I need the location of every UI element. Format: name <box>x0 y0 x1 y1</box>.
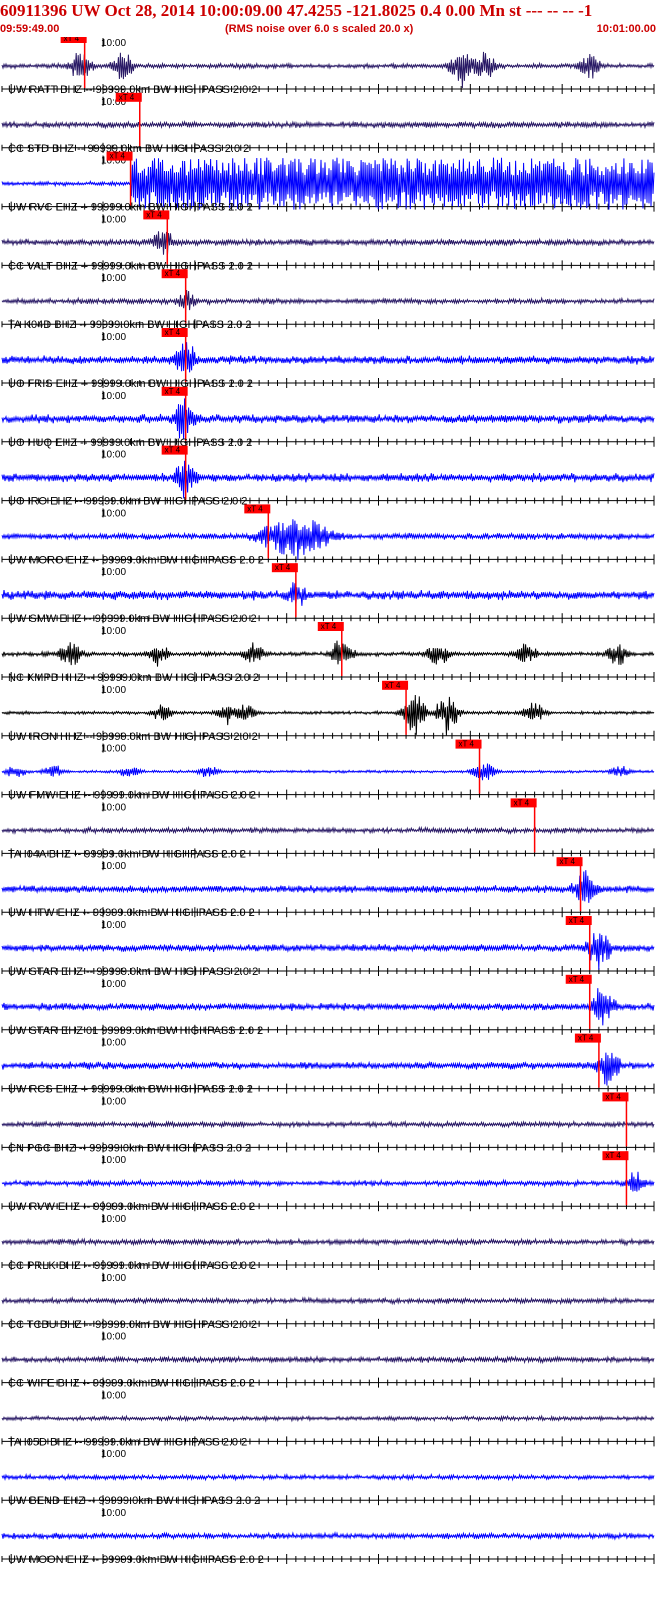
station-label: UW RVC EHZ -- 99999.0km BW HIGHPASS 2.0 … <box>8 202 253 214</box>
station-label: TA K04D BHZ -- 99999.0km BW HIGHPASS 2.0… <box>8 319 252 331</box>
pick-marker-label: xT 4 <box>321 622 337 631</box>
tick-label: 10:00 <box>101 1038 126 1049</box>
rms-note: (RMS noise over 6.0 s scaled 20.0 x) <box>225 23 414 35</box>
tick-label: 10:00 <box>101 1332 126 1343</box>
tick-label: 10:00 <box>101 626 126 637</box>
start-time: 09:59:49.00 <box>0 23 60 35</box>
tick-label: 10:00 <box>101 508 126 519</box>
pick-marker-label: xT 4 <box>146 210 162 219</box>
station-label: NC KMPB HHZ -- 99999.0km BW HIGHPASS 2.0… <box>8 672 259 684</box>
tick-label: 10:00 <box>101 1096 126 1107</box>
pick-marker-label: xT 4 <box>385 681 401 690</box>
event-title: 60911396 UW Oct 28, 2014 10:00:09.00 47.… <box>0 1 593 20</box>
pick-marker-label: xT 4 <box>165 446 181 455</box>
pick-marker-label: xT 4 <box>459 740 475 749</box>
tick-label: 10:00 <box>101 920 126 931</box>
pick-marker-label: xT 4 <box>64 37 80 43</box>
station-label: UO FRIS EHZ -- 99999.0km BW HIGHPASS 2.0… <box>8 378 253 390</box>
tick-label: 10:00 <box>101 391 126 402</box>
pick-marker-label: xT 4 <box>275 563 291 572</box>
pick-marker-label: xT 4 <box>569 975 585 984</box>
station-label: CC WIFE BHZ -- 99999.0km BW HIGHPASS 2.0… <box>8 1378 255 1390</box>
tick-label: 10:00 <box>101 273 126 284</box>
pick-marker-label: xT 4 <box>119 93 135 102</box>
pick-marker-label: xT 4 <box>560 857 576 866</box>
tick-label: 10:00 <box>101 332 126 343</box>
station-label: UW SMW EHZ -- 99999.0km BW HIGHPASS 2.0 … <box>8 613 257 625</box>
station-label: UW MOON EHZ -- 99999.0km BW HIGHPASS 2.0… <box>8 1554 264 1566</box>
pick-marker-label: xT 4 <box>569 916 585 925</box>
pick-marker-label: xT 4 <box>247 504 263 513</box>
pick-marker-label: xT 4 <box>165 328 181 337</box>
station-label: UO HUQ EHZ -- 99999.0km BW HIGHPASS 2.0 … <box>8 437 252 449</box>
tick-label: 10:00 <box>101 214 126 225</box>
tick-label: 10:00 <box>101 450 126 461</box>
station-label: CC TCBU BHZ -- 99999.0km BW HIGHPASS 2.0… <box>8 1319 257 1331</box>
pick-marker-label: xT 4 <box>605 1092 621 1101</box>
station-label: UW RVW EHZ -- 99999.0km BW HIGHPASS 2.0 … <box>8 1201 255 1213</box>
header: 60911396 UW Oct 28, 2014 10:00:09.00 47.… <box>0 0 656 37</box>
tick-label: 10:00 <box>101 861 126 872</box>
station-label: CC PRLK BHZ -- 99999.0km BW HIGHPASS 2.0… <box>8 1260 256 1272</box>
station-label: UO IRO EHZ -- 99999.0km BW HIGHPASS 2.0 … <box>8 496 247 508</box>
pick-marker-label: xT 4 <box>578 1034 594 1043</box>
pick-marker-label: xT 4 <box>165 269 181 278</box>
station-label: CC VALT BHZ -- 99999.0km BW HIGHPASS 2.0… <box>8 260 253 272</box>
tick-label: 10:00 <box>101 1273 126 1284</box>
tick-label: 10:00 <box>101 979 126 990</box>
time-range-row: 09:59:49.00 (RMS noise over 6.0 s scaled… <box>0 22 656 37</box>
station-label: UW MORO EHZ -- 99999.0km BW HIGHPASS 2.0… <box>8 554 264 566</box>
seismogram-panel: 10:00xT 4UW RATT BHZ -- 99999.0km BW HIG… <box>0 37 656 1598</box>
tick-label: 10:00 <box>101 1508 126 1519</box>
station-label: UW STAR EHZ 01 99999.0km BW HIGHPASS 2.0… <box>8 1025 263 1037</box>
station-label: UW HTW EHZ -- 99999.0km BW HIGHPASS 2.0 … <box>8 907 255 919</box>
tick-label: 10:00 <box>101 567 126 578</box>
tick-label: 10:00 <box>101 744 126 755</box>
tick-label: 10:00 <box>101 1155 126 1166</box>
station-label: UW IRON HHZ -- 99999.0km BW HIGHPASS 2.0… <box>8 731 258 743</box>
tick-label: 10:00 <box>101 1449 126 1460</box>
station-label: TA I04A BHZ -- 99999.0km BW HIGHPASS 2.0… <box>8 848 246 860</box>
station-label: TA I05D BHZ -- 99999.0km BW HIGHPASS 2.0… <box>8 1436 247 1448</box>
pick-marker-label: xT 4 <box>605 1151 621 1160</box>
station-label: UW BEND EHZ -- 99999.0km BW HIGHPASS 2.0… <box>8 1495 260 1507</box>
station-label: UW RCS EHZ -- 99999.0km BW HIGHPASS 2.0 … <box>8 1084 253 1096</box>
pick-marker-label: xT 4 <box>514 798 530 807</box>
station-label: UW STAR EHZ -- 99999.0km BW HIGHPASS 2.0… <box>8 966 258 978</box>
end-time: 10:01:00.00 <box>596 23 656 35</box>
pick-marker-label: xT 4 <box>165 387 181 396</box>
station-label: UW FMW EHZ -- 99999.0km BW HIGHPASS 2.0 … <box>8 790 256 802</box>
tick-label: 10:00 <box>101 1214 126 1225</box>
station-label: CN PGC BHZ -- 99999.0km BW HIGHPASS 2.0 … <box>8 1142 251 1154</box>
tick-label: 10:00 <box>101 1390 126 1401</box>
tick-label: 10:00 <box>101 38 126 49</box>
tick-label: 10:00 <box>101 685 126 696</box>
tick-label: 10:00 <box>101 802 126 813</box>
pick-marker-label: xT 4 <box>110 152 126 161</box>
